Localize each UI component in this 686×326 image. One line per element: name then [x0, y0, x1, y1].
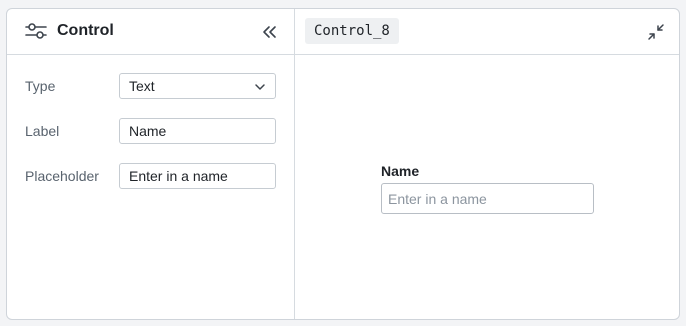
label-input[interactable] [119, 118, 276, 144]
chevrons-left-icon[interactable] [260, 23, 280, 41]
collapse-arrows-icon[interactable] [647, 23, 665, 41]
preview-name-input[interactable] [381, 183, 594, 214]
panel-title: Control [57, 22, 114, 39]
preview-panel: Control_8 Name [295, 9, 679, 319]
placeholder-input[interactable] [119, 163, 276, 189]
control-editor-window: Control Type Text Label Placeholder [6, 8, 680, 320]
placeholder-row: Placeholder [25, 163, 277, 189]
label-row: Label [25, 118, 277, 144]
type-label: Type [25, 78, 56, 94]
control-id-chip: Control_8 [305, 18, 399, 44]
settings-panel-header: Control [7, 9, 294, 55]
placeholder-label: Placeholder [25, 168, 99, 184]
preview-field-label: Name [381, 163, 420, 179]
type-select[interactable]: Text [119, 73, 276, 99]
control-settings-panel: Control Type Text Label Placeholder [7, 9, 295, 319]
sliders-icon [25, 23, 47, 39]
type-row: Type Text [25, 73, 277, 99]
type-select-value: Text [129, 78, 155, 94]
chevron-down-icon [255, 84, 265, 90]
preview-panel-header: Control_8 [295, 9, 679, 55]
label-label: Label [25, 123, 60, 139]
